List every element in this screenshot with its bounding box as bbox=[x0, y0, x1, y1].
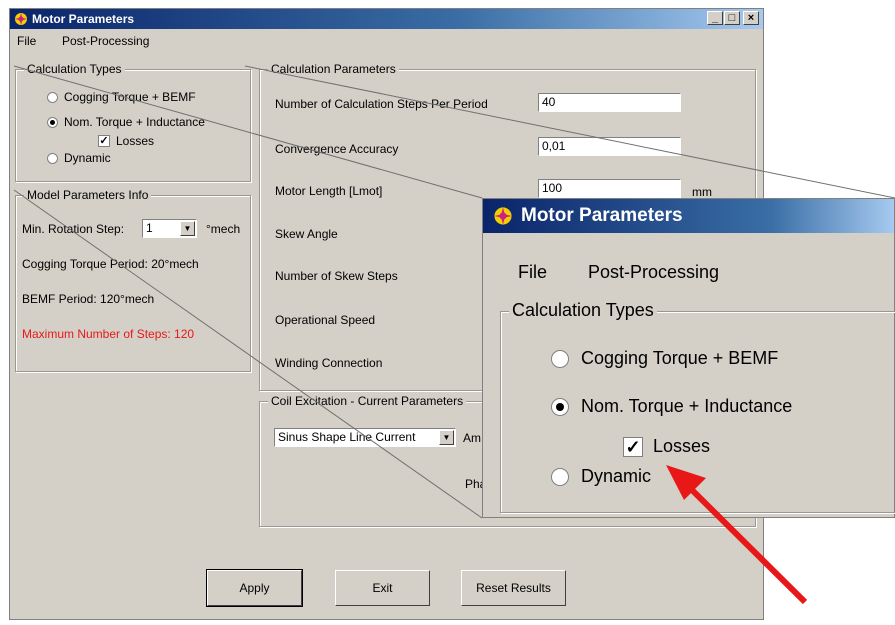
min-rotation-unit: °mech bbox=[206, 222, 241, 236]
current-shape-select[interactable]: Sinus Shape Line Current ▼ bbox=[274, 428, 456, 447]
amplitude-label: Am bbox=[463, 431, 481, 445]
zoom-radio-cogging: Cogging Torque + BEMF bbox=[551, 348, 778, 369]
winding-label: Winding Connection bbox=[275, 356, 383, 370]
radio-label: Cogging Torque + BEMF bbox=[64, 90, 196, 104]
check-icon: ✓ bbox=[623, 436, 643, 457]
model-parameters-label: Model Parameters Info bbox=[24, 188, 152, 202]
radio-label: Dynamic bbox=[581, 466, 652, 486]
zoom-menu-post-processing: Post-Processing bbox=[588, 262, 720, 282]
current-shape-value: Sinus Shape Line Current bbox=[278, 430, 416, 444]
radio-indicator bbox=[47, 152, 58, 164]
radio-indicator bbox=[551, 467, 569, 486]
losses-label: Losses bbox=[653, 436, 711, 456]
calculation-types-group: Calculation Types Cogging Torque + BEMF … bbox=[15, 62, 251, 182]
length-unit: mm bbox=[692, 185, 712, 199]
steps-label: Number of Calculation Steps Per Period bbox=[275, 97, 488, 111]
bemf-period-text: BEMF Period: 120°mech bbox=[22, 292, 155, 306]
losses-checkbox[interactable]: ✓ Losses bbox=[98, 134, 154, 148]
convergence-label: Convergence Accuracy bbox=[275, 142, 399, 156]
convergence-input[interactable]: 0,01 bbox=[538, 137, 681, 156]
radio-indicator-selected bbox=[47, 116, 58, 128]
min-rotation-value: 1 bbox=[146, 221, 153, 235]
minimize-button[interactable]: _ bbox=[707, 11, 723, 25]
radio-label: Nom. Torque + Inductance bbox=[581, 396, 793, 416]
radio-label: Cogging Torque + BEMF bbox=[581, 348, 779, 368]
coil-excitation-label: Coil Excitation - Current Parameters bbox=[268, 394, 467, 408]
zoom-calculation-types-group: Calculation Types Cogging Torque + BEMF … bbox=[500, 300, 895, 513]
menu-file[interactable]: File bbox=[17, 34, 36, 48]
radio-label: Nom. Torque + Inductance bbox=[64, 115, 205, 129]
min-rotation-label: Min. Rotation Step: bbox=[22, 222, 125, 236]
skew-angle-label: Skew Angle bbox=[275, 227, 338, 241]
chevron-down-icon[interactable]: ▼ bbox=[439, 430, 454, 445]
cogging-period-text: Cogging Torque Period: 20°mech bbox=[22, 257, 199, 271]
radio-indicator bbox=[47, 91, 58, 103]
skew-steps-label: Number of Skew Steps bbox=[275, 269, 398, 283]
menu-bar: File Post-Processing bbox=[10, 31, 763, 51]
radio-label: Dynamic bbox=[64, 151, 111, 165]
zoom-group-label: Calculation Types bbox=[509, 300, 657, 321]
length-input[interactable]: 100 bbox=[538, 179, 681, 198]
min-rotation-select[interactable]: 1 ▼ bbox=[142, 219, 197, 238]
reset-results-button[interactable]: Reset Results bbox=[461, 570, 566, 606]
menu-post-processing[interactable]: Post-Processing bbox=[62, 34, 149, 48]
model-parameters-group: Model Parameters Info Min. Rotation Step… bbox=[15, 188, 251, 372]
steps-input[interactable]: 40 bbox=[538, 93, 681, 112]
chevron-down-icon[interactable]: ▼ bbox=[180, 221, 195, 236]
calculation-parameters-label: Calculation Parameters bbox=[268, 62, 399, 76]
maximize-button[interactable]: □ bbox=[724, 11, 740, 25]
max-steps-text: Maximum Number of Steps: 120 bbox=[22, 327, 195, 341]
radio-indicator-selected bbox=[551, 397, 569, 416]
losses-label: Losses bbox=[116, 134, 155, 148]
length-label: Motor Length [Lmot] bbox=[275, 184, 383, 198]
calculation-types-label: Calculation Types bbox=[24, 62, 125, 76]
speed-label: Operational Speed bbox=[275, 313, 376, 327]
zoom-losses-checkbox: ✓ Losses bbox=[623, 436, 710, 457]
zoom-title-bar: Motor Parameters bbox=[483, 199, 894, 233]
zoom-radio-dynamic: Dynamic bbox=[551, 466, 651, 487]
radio-indicator bbox=[551, 349, 569, 368]
radio-nom-torque[interactable]: Nom. Torque + Inductance bbox=[47, 115, 205, 129]
app-icon bbox=[15, 13, 27, 25]
radio-cogging-torque[interactable]: Cogging Torque + BEMF bbox=[47, 90, 196, 104]
close-button[interactable]: × bbox=[743, 11, 759, 25]
zoom-window-title: Motor Parameters bbox=[521, 205, 683, 226]
apply-button[interactable]: Apply bbox=[206, 569, 303, 607]
window-title: Motor Parameters bbox=[32, 12, 135, 26]
radio-dynamic[interactable]: Dynamic bbox=[47, 151, 111, 165]
zoom-inset: Motor Parameters File Post-Processing Ca… bbox=[482, 198, 895, 518]
exit-button[interactable]: Exit bbox=[335, 570, 430, 606]
check-icon: ✓ bbox=[98, 135, 110, 147]
app-icon bbox=[494, 207, 512, 225]
title-bar[interactable]: Motor Parameters _ □ × bbox=[10, 9, 763, 29]
zoom-radio-nom-torque: Nom. Torque + Inductance bbox=[551, 396, 792, 417]
zoom-menu-file: File bbox=[518, 262, 548, 282]
